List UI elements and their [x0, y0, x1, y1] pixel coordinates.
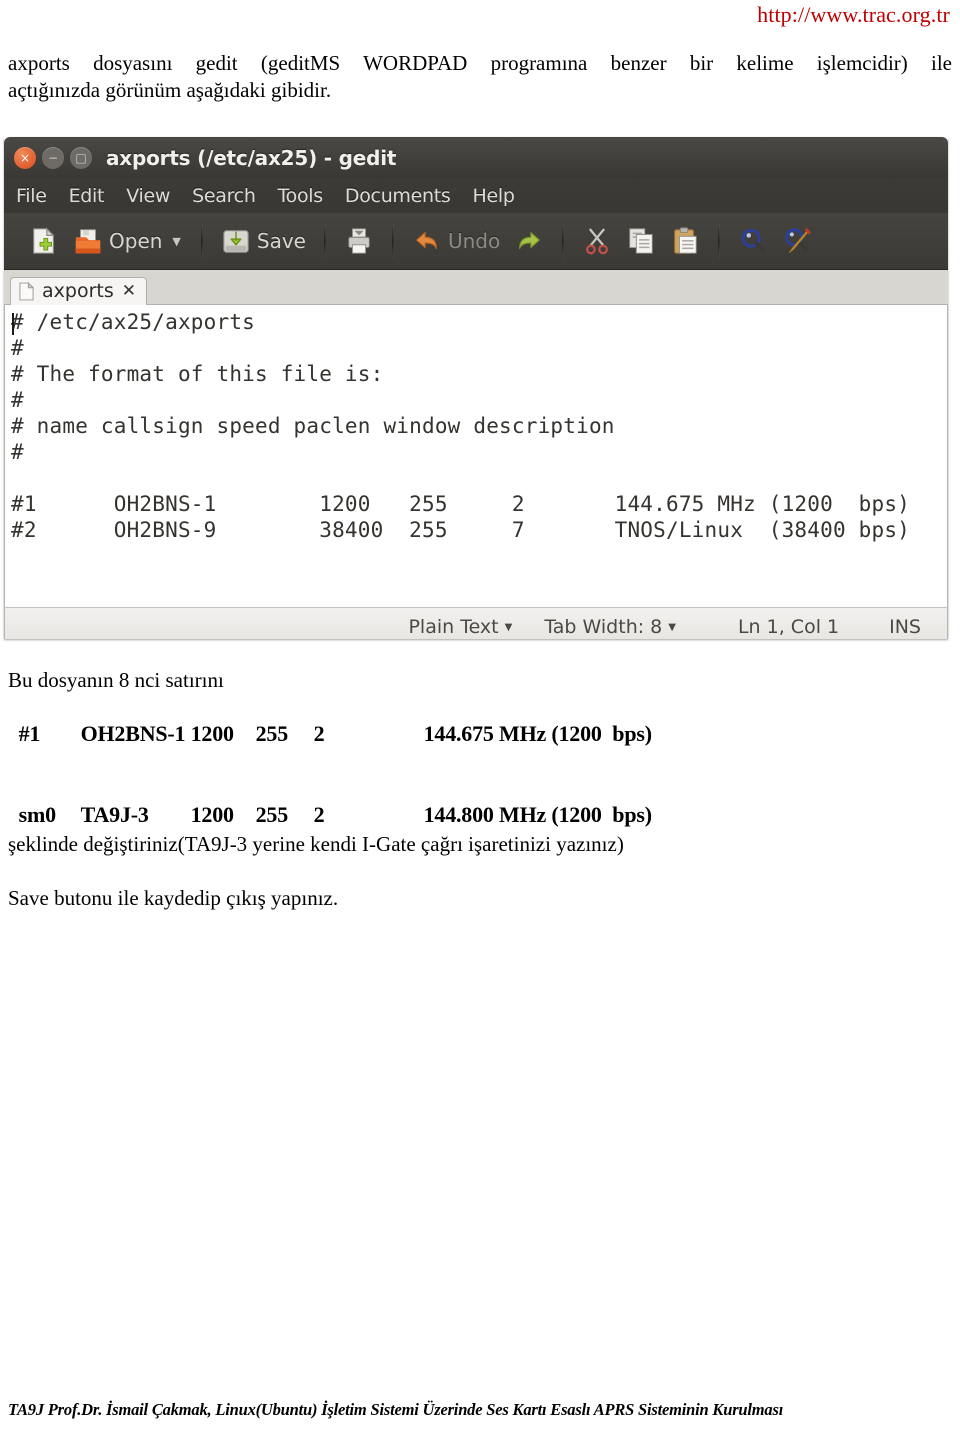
close-icon[interactable]: × — [14, 147, 36, 169]
window-title: axports (/etc/ax25) - gedit — [106, 146, 397, 170]
intro-paragraph: axports dosyasını gedit (geditMS WORDPAD… — [8, 50, 952, 104]
code-line: #2 OH2BNS-9 38400 255 7 TNOS/Linux (3840… — [11, 518, 911, 542]
paste-button[interactable] — [663, 219, 707, 263]
menu-item-file[interactable]: File — [16, 185, 47, 207]
chevron-down-icon[interactable]: ▼ — [172, 235, 180, 248]
new-row-callsign: TA9J-3 — [80, 802, 149, 827]
document-icon — [19, 281, 34, 300]
menu-item-view[interactable]: View — [126, 185, 170, 207]
original-row-paclen: 255 — [255, 721, 289, 746]
page-footer: TA9J Prof.Dr. İsmail Çakmak, Linux(Ubunt… — [8, 1400, 784, 1419]
toolbar-separator — [200, 224, 203, 258]
menu-item-documents[interactable]: Documents — [345, 185, 451, 207]
printer-icon — [348, 228, 370, 254]
menu-item-edit[interactable]: Edit — [69, 185, 105, 207]
toolbar-separator — [391, 224, 394, 258]
change-note: şeklinde değiştiriniz(TA9J-3 yerine kend… — [8, 832, 624, 856]
chevron-down-icon: ▼ — [668, 621, 676, 633]
save-button-label: Save — [256, 229, 306, 253]
language-selector[interactable]: Plain Text ▼ — [392, 608, 528, 639]
undo-arrow-icon — [416, 232, 437, 250]
line-prompt: Bu dosyanın 8 nci satırını — [8, 668, 224, 692]
copy-button[interactable] — [619, 219, 663, 263]
tab-label: axports — [42, 280, 114, 302]
tab-width-selector[interactable]: Tab Width: 8 ▼ — [528, 608, 692, 639]
original-row-speed: 1200 — [190, 721, 234, 746]
open-folder-icon — [75, 229, 101, 254]
new-row-speed: 1200 — [190, 802, 234, 827]
new-document-button[interactable] — [22, 219, 66, 263]
gedit-titlebar[interactable]: × − □ axports (/etc/ax25) - gedit — [4, 137, 948, 179]
toolbar-separator — [718, 224, 721, 258]
save-button[interactable]: Save — [214, 219, 313, 263]
menu-item-help[interactable]: Help — [473, 185, 515, 207]
cut-button[interactable] — [575, 219, 619, 263]
print-button[interactable] — [337, 219, 381, 263]
replace-button[interactable] — [775, 219, 819, 263]
cursor-position: Ln 1, Col 1 — [737, 616, 840, 638]
new-row-description: 144.800 MHz (1200 bps) — [423, 802, 652, 827]
redo-button[interactable] — [507, 219, 551, 263]
original-row-name: #1 — [18, 721, 41, 746]
language-label: Plain Text — [408, 616, 499, 638]
tab-width-label: Tab Width: 8 — [544, 616, 663, 638]
menu-item-search[interactable]: Search — [192, 185, 256, 207]
intro-line-1: axports dosyasını gedit (geditMS WORDPAD… — [8, 51, 952, 75]
gedit-window: × − □ axports (/etc/ax25) - gedit File E… — [4, 137, 948, 639]
new-row-window: 2 — [313, 802, 325, 827]
original-row-window: 2 — [313, 721, 325, 746]
close-icon[interactable]: ✕ — [122, 281, 136, 301]
editor-textarea[interactable]: # /etc/ax25/axports # # The format of th… — [4, 305, 948, 607]
original-row-callsign: OH2BNS-1 — [80, 721, 186, 746]
undo-button[interactable]: Undo — [405, 219, 507, 263]
find-replace-icon — [785, 228, 811, 253]
open-button-label: Open — [109, 229, 163, 253]
page-url: http://www.trac.org.tr — [757, 2, 950, 27]
code-line: # /etc/ax25/axports — [11, 310, 256, 334]
toolbar-separator — [562, 224, 565, 258]
code-line: # — [11, 440, 24, 464]
redo-arrow-icon — [519, 232, 541, 250]
scissors-icon — [586, 228, 609, 255]
tab-axports[interactable]: axports ✕ — [10, 277, 147, 305]
new-row-paclen: 255 — [255, 802, 289, 827]
copy-icon — [629, 228, 653, 254]
text-cursor — [12, 313, 14, 335]
magnifier-icon — [741, 228, 766, 253]
chevron-down-icon: ▼ — [504, 621, 513, 633]
window-controls: × − □ — [14, 147, 92, 169]
find-button[interactable] — [731, 219, 775, 263]
save-note: Save butonu ile kaydedip çıkış yapınız. — [8, 886, 339, 910]
code-line: # name callsign speed paclen window desc… — [11, 414, 615, 438]
minimize-icon[interactable]: − — [42, 147, 64, 169]
code-line: #1 OH2BNS-1 1200 255 2 144.675 MHz (1200… — [11, 492, 911, 516]
original-row-description: 144.675 MHz (1200 bps) — [423, 721, 652, 746]
tabstrip: axports ✕ — [4, 270, 948, 305]
original-row: #1 OH2BNS-1 1200 255 2 144.675 MHz (1200 bps) — [8, 695, 652, 747]
menu-item-tools[interactable]: Tools — [278, 185, 324, 207]
new-document-icon — [33, 227, 55, 254]
code-line: # — [11, 388, 24, 412]
open-button[interactable]: Open ▼ — [66, 219, 190, 263]
undo-button-label: Undo — [447, 229, 501, 253]
clipboard-paste-icon — [674, 227, 697, 254]
insert-mode-indicator: INS — [889, 616, 921, 638]
code-line: # — [11, 336, 24, 360]
maximize-icon[interactable]: □ — [70, 147, 92, 169]
menubar: File Edit View Search Tools Documents He… — [4, 179, 948, 213]
toolbar-separator — [323, 224, 326, 258]
new-row: sm0 TA9J-3 1200 255 2 144.800 MHz (1200 bps) — [8, 776, 652, 828]
code-line: # The format of this file is: — [11, 362, 384, 386]
new-row-name: sm0 — [18, 802, 56, 827]
intro-line-2: açtığınızda görünüm aşağıdaki gibidir. — [8, 78, 332, 102]
save-disk-icon — [223, 230, 249, 253]
statusbar: Plain Text ▼ Tab Width: 8 ▼ Ln 1, Col 1 … — [4, 607, 948, 639]
toolbar: Open ▼ Save Undo — [4, 213, 948, 270]
